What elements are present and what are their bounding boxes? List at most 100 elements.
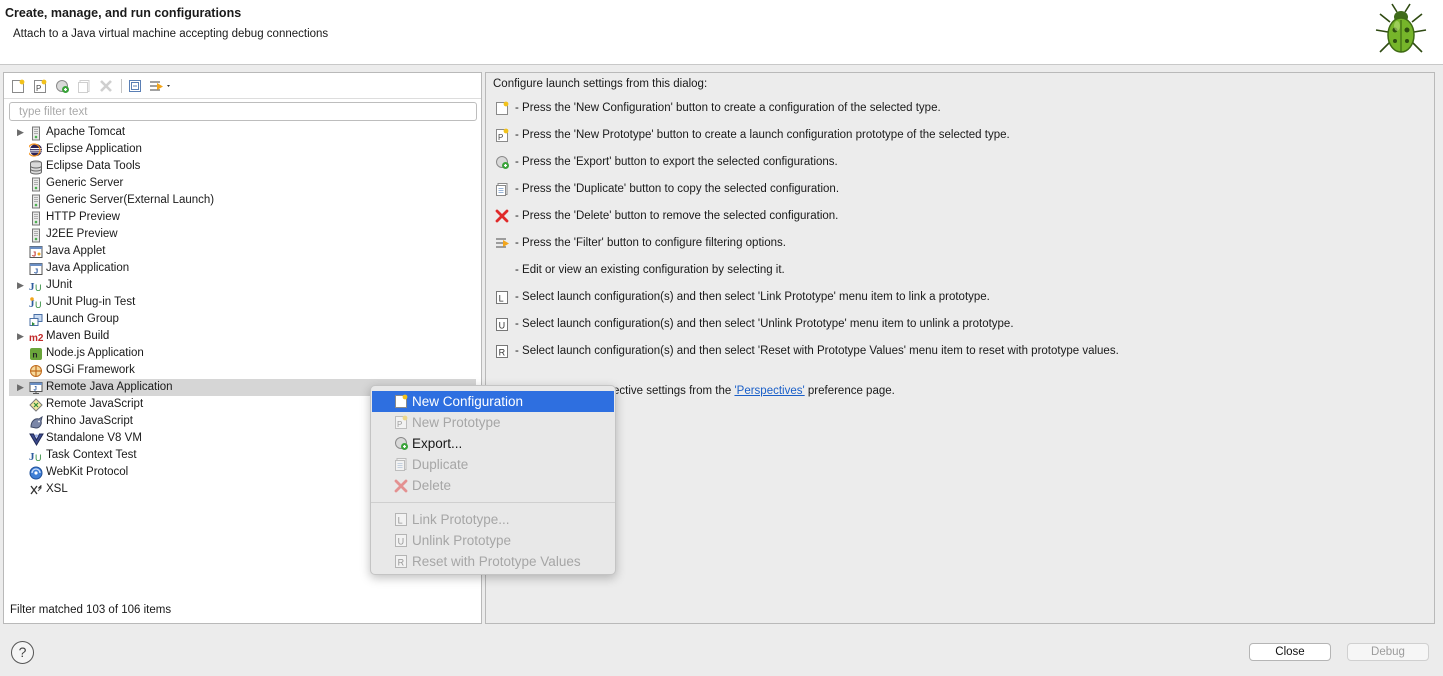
menu-item-duplicate[interactable]: Duplicate: [372, 454, 614, 475]
tree-item-generic-server-external-launch[interactable]: Generic Server(External Launch): [4, 192, 481, 209]
svg-text:L: L: [499, 294, 504, 304]
expand-arrow-icon[interactable]: ▶: [17, 328, 27, 345]
svg-text:U: U: [35, 453, 42, 463]
new-configuration-icon: [495, 101, 510, 116]
new-configuration-icon: [394, 394, 409, 409]
filter-icon[interactable]: [148, 76, 174, 96]
svg-text:L: L: [398, 516, 403, 526]
menu-item-export[interactable]: Export...: [372, 433, 614, 454]
delete-icon: [495, 209, 510, 224]
launch-group-icon: [29, 313, 43, 327]
svg-text:m2: m2: [29, 333, 44, 344]
maven-icon: m2: [29, 330, 44, 344]
menu-item-label: New Prototype: [412, 415, 501, 430]
duplicate-icon[interactable]: [74, 76, 94, 96]
reset-prototype-icon: R: [394, 554, 409, 569]
tree-item-generic-server[interactable]: Generic Server: [4, 175, 481, 192]
menu-item-label: Reset with Prototype Values: [412, 554, 581, 569]
tree-item-java-application[interactable]: J Java Application: [4, 260, 481, 277]
tree-item-apache-tomcat[interactable]: ▶ Apache Tomcat: [4, 124, 481, 141]
xsl-icon: [29, 483, 43, 497]
tree-item-http-preview[interactable]: HTTP Preview: [4, 209, 481, 226]
tree-item-j2ee-preview[interactable]: J2EE Preview: [4, 226, 481, 243]
tree-item-java-applet[interactable]: J Java Applet: [4, 243, 481, 260]
svg-text:U: U: [35, 300, 42, 310]
expand-arrow-icon[interactable]: ▶: [17, 277, 27, 294]
expand-arrow-icon[interactable]: ▶: [17, 379, 27, 396]
junit-plugin-icon: JU: [29, 296, 43, 310]
tree-item-label: Standalone V8 VM: [46, 432, 142, 444]
collapse-all-icon[interactable]: [125, 76, 145, 96]
duplicate-icon: [495, 182, 510, 197]
tree-item-label: Launch Group: [46, 313, 119, 325]
menu-item-reset-with-prototype-values[interactable]: R Reset with Prototype Values: [372, 551, 614, 572]
hint-text: - Edit or view an existing configuration…: [515, 264, 785, 276]
filter-icon: [495, 236, 510, 251]
tree-item-label: Remote JavaScript: [46, 398, 144, 410]
tree-item-label: Remote Java Application: [46, 381, 173, 393]
tree-item-label: Eclipse Data Tools: [46, 160, 141, 172]
server-icon: [29, 126, 43, 141]
tree-item-label: Apache Tomcat: [46, 126, 126, 138]
delete-icon[interactable]: [96, 76, 116, 96]
menu-item-new-configuration[interactable]: New Configuration: [372, 391, 614, 412]
delete-icon: [394, 478, 409, 493]
export-icon[interactable]: [52, 76, 72, 96]
tree-item-junit-plug-in-test[interactable]: J U JUnit Plug-in Test: [4, 294, 481, 311]
menu-item-delete[interactable]: Delete: [372, 475, 614, 496]
close-button[interactable]: Close: [1249, 643, 1331, 661]
hint-text: - Select launch configuration(s) and the…: [515, 318, 1014, 330]
dialog-title: Create, manage, and run configurations: [5, 6, 242, 20]
new-prototype-icon[interactable]: P: [30, 76, 50, 96]
svg-text:U: U: [398, 537, 405, 547]
eclipse-icon: [27, 143, 43, 157]
tree-item-label: Java Application: [46, 262, 130, 274]
reset-prototype-icon: R: [495, 344, 510, 359]
tree-item-osgi-framework[interactable]: OSGi Framework: [4, 362, 481, 379]
export-icon: [495, 155, 510, 170]
tree-item-eclipse-data-tools[interactable]: Eclipse Data Tools: [4, 158, 481, 175]
new-prototype-icon: P: [394, 415, 409, 430]
tree-item-launch-group[interactable]: Launch Group: [4, 311, 481, 328]
tree-item-label: JUnit: [46, 279, 73, 291]
hint-text: - Press the 'Duplicate' button to copy t…: [515, 183, 840, 195]
hint-text: - Select launch configuration(s) and the…: [515, 291, 990, 303]
menu-item-link-prototype[interactable]: L Link Prototype...: [372, 509, 614, 530]
tree-item-junit[interactable]: ▶ J U JUnit: [4, 277, 481, 294]
menu-item-new-prototype[interactable]: P New Prototype: [372, 412, 614, 433]
menu-item-label: Link Prototype...: [412, 512, 510, 527]
launch-config-toolbar: P: [8, 76, 478, 96]
hint-text: - Press the 'New Prototype' button to cr…: [515, 129, 1010, 141]
new-configuration-icon[interactable]: [8, 76, 28, 96]
tree-item-maven-build[interactable]: ▶ m2 Maven Build: [4, 328, 481, 345]
tree-item-eclipse-application[interactable]: Eclipse Application: [4, 141, 481, 158]
tree-item-label: Task Context Test: [46, 449, 137, 461]
server-icon: [29, 211, 43, 226]
expand-arrow-icon[interactable]: ▶: [17, 124, 27, 141]
svg-text:n: n: [32, 350, 37, 360]
perspectives-link[interactable]: 'Perspectives': [734, 385, 804, 397]
new-prototype-icon: P: [495, 128, 510, 143]
toolbar-divider: [4, 98, 481, 99]
server-icon: [29, 177, 43, 192]
menu-item-unlink-prototype[interactable]: U Unlink Prototype: [372, 530, 614, 551]
debug-button[interactable]: Debug: [1347, 643, 1429, 661]
filter-status: Filter matched 103 of 106 items: [10, 604, 172, 616]
perspectives-suffix: preference page.: [804, 385, 895, 397]
tree-item-label: Maven Build: [46, 330, 110, 342]
hint-text: - Press the 'Filter' button to configure…: [515, 237, 786, 249]
help-button[interactable]: ?: [11, 641, 34, 664]
svg-text:R: R: [398, 558, 405, 568]
duplicate-icon: [394, 457, 409, 472]
tree-item-node-js-application[interactable]: n Node.js Application: [4, 345, 481, 362]
link-prototype-icon: L: [495, 290, 510, 305]
unlink-prototype-icon: U: [495, 317, 510, 332]
perspectives-prefix: ective settings from the: [613, 385, 735, 397]
link-prototype-icon: L: [394, 512, 409, 527]
svg-text:U: U: [499, 321, 506, 331]
java-application-icon: J: [29, 262, 43, 276]
tree-item-label: XSL: [46, 483, 68, 495]
hint-text: - Press the 'Export' button to export th…: [515, 156, 838, 168]
tree-item-label: Node.js Application: [46, 347, 144, 359]
filter-input[interactable]: [9, 102, 477, 121]
